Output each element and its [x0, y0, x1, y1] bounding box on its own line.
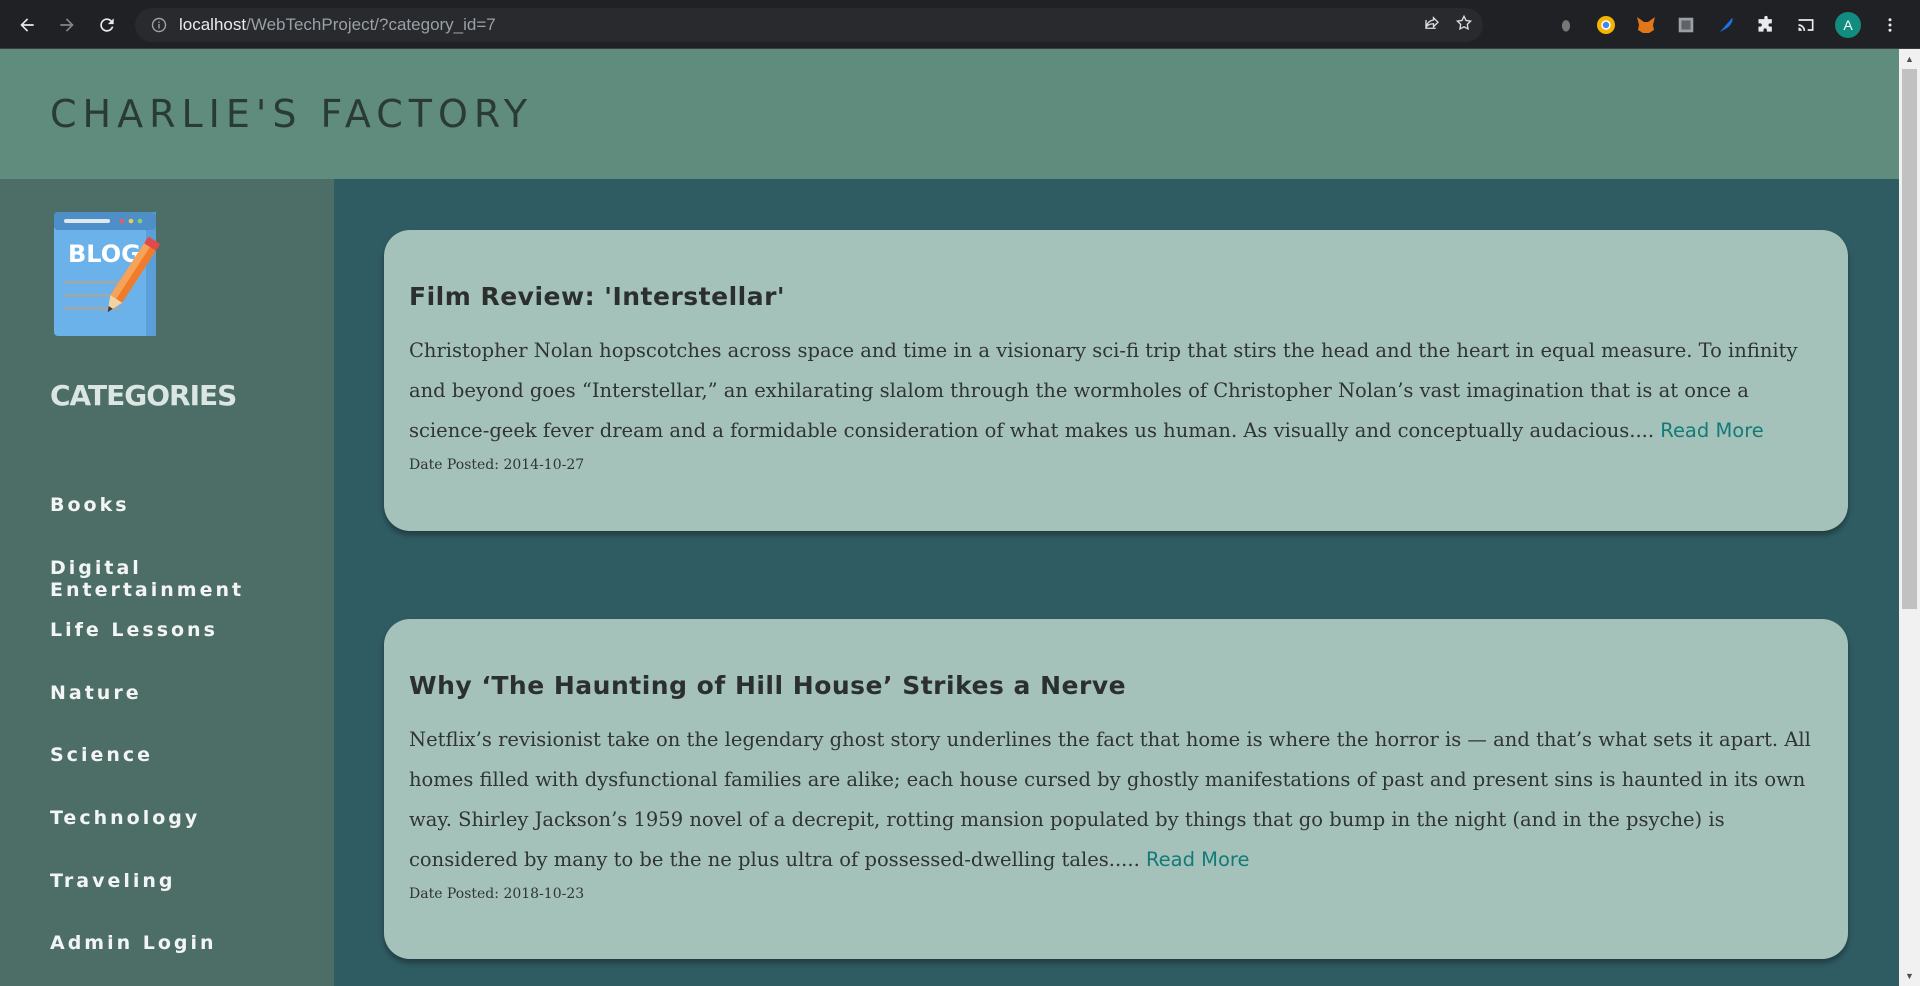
read-more-link[interactable]: Read More: [1146, 848, 1250, 871]
address-bar[interactable]: localhost/WebTechProject/?category_id=7: [135, 8, 1483, 42]
bookmark-star-icon[interactable]: [1455, 14, 1473, 37]
post-title[interactable]: Why ‘The Haunting of Hill House’ Strikes…: [409, 671, 1824, 700]
category-traveling-link[interactable]: Traveling: [50, 870, 334, 933]
category-digital-entertainment-link[interactable]: Digital Entertainment: [50, 557, 334, 620]
reload-button[interactable]: [92, 10, 122, 40]
forward-button[interactable]: [52, 10, 82, 40]
scroll-down-arrow-icon[interactable]: ▼: [1899, 968, 1920, 984]
post-excerpt: Netflix’s revisionist take on the legend…: [409, 728, 1811, 871]
category-books-link[interactable]: Books: [50, 494, 334, 557]
extension-feather-icon[interactable]: [1715, 14, 1737, 36]
admin-login-link[interactable]: Admin Login: [50, 932, 334, 986]
share-icon[interactable]: [1423, 14, 1441, 37]
category-science-link[interactable]: Science: [50, 744, 334, 807]
kebab-menu-icon[interactable]: [1879, 14, 1901, 36]
scroll-up-arrow-icon[interactable]: ▲: [1899, 51, 1920, 67]
cast-icon[interactable]: [1795, 14, 1817, 36]
arrow-left-icon: [20, 18, 34, 32]
back-button[interactable]: [12, 10, 42, 40]
page-scrollbar[interactable]: ▲ ▼: [1899, 49, 1920, 986]
post-title[interactable]: Film Review: 'Interstellar': [409, 282, 1824, 311]
blog-logo-text: BLOG: [68, 240, 141, 268]
category-life-lessons-link[interactable]: Life Lessons: [50, 619, 334, 682]
categories-heading: CATEGORIES: [50, 379, 237, 412]
extension-gray-icon[interactable]: [1555, 14, 1577, 36]
profile-avatar[interactable]: A: [1835, 11, 1861, 38]
extensions-tray: A: [1555, 0, 1901, 49]
sidebar: BLOG CATEGORIES Books Digital Entertainm…: [0, 179, 334, 986]
post-card: Film Review: 'Interstellar' Christopher …: [384, 230, 1848, 531]
blog-notepad-pencil-icon: BLOG: [54, 212, 161, 336]
post-date: Date Posted: 2018-10-23: [409, 886, 585, 902]
category-technology-link[interactable]: Technology: [50, 807, 334, 870]
site-title[interactable]: CHARLIE'S FACTORY: [50, 92, 533, 136]
post-date: Date Posted: 2014-10-27: [409, 457, 585, 473]
category-nature-link[interactable]: Nature: [50, 682, 334, 745]
arrow-right-icon: [60, 18, 74, 32]
post-excerpt: Christopher Nolan hopscotches across spa…: [409, 339, 1798, 442]
reload-icon: [100, 18, 114, 32]
post-card: Why ‘The Haunting of Hill House’ Strikes…: [384, 619, 1848, 959]
category-list: Books Digital Entertainment Life Lessons…: [50, 494, 334, 986]
puzzle-extensions-icon[interactable]: [1755, 14, 1777, 36]
site-header: CHARLIE'S FACTORY: [0, 49, 1899, 179]
site-info-icon[interactable]: [151, 17, 167, 33]
post-feed: Film Review: 'Interstellar' Christopher …: [334, 179, 1899, 986]
read-more-link[interactable]: Read More: [1660, 419, 1764, 442]
extension-chrome-icon[interactable]: [1595, 14, 1617, 36]
extension-film-icon[interactable]: [1675, 14, 1697, 36]
url-text[interactable]: localhost/WebTechProject/?category_id=7: [179, 15, 496, 35]
browser-toolbar: localhost/WebTechProject/?category_id=7: [0, 0, 1920, 49]
scrollbar-thumb[interactable]: [1902, 69, 1917, 609]
metamask-fox-icon[interactable]: [1635, 14, 1657, 36]
